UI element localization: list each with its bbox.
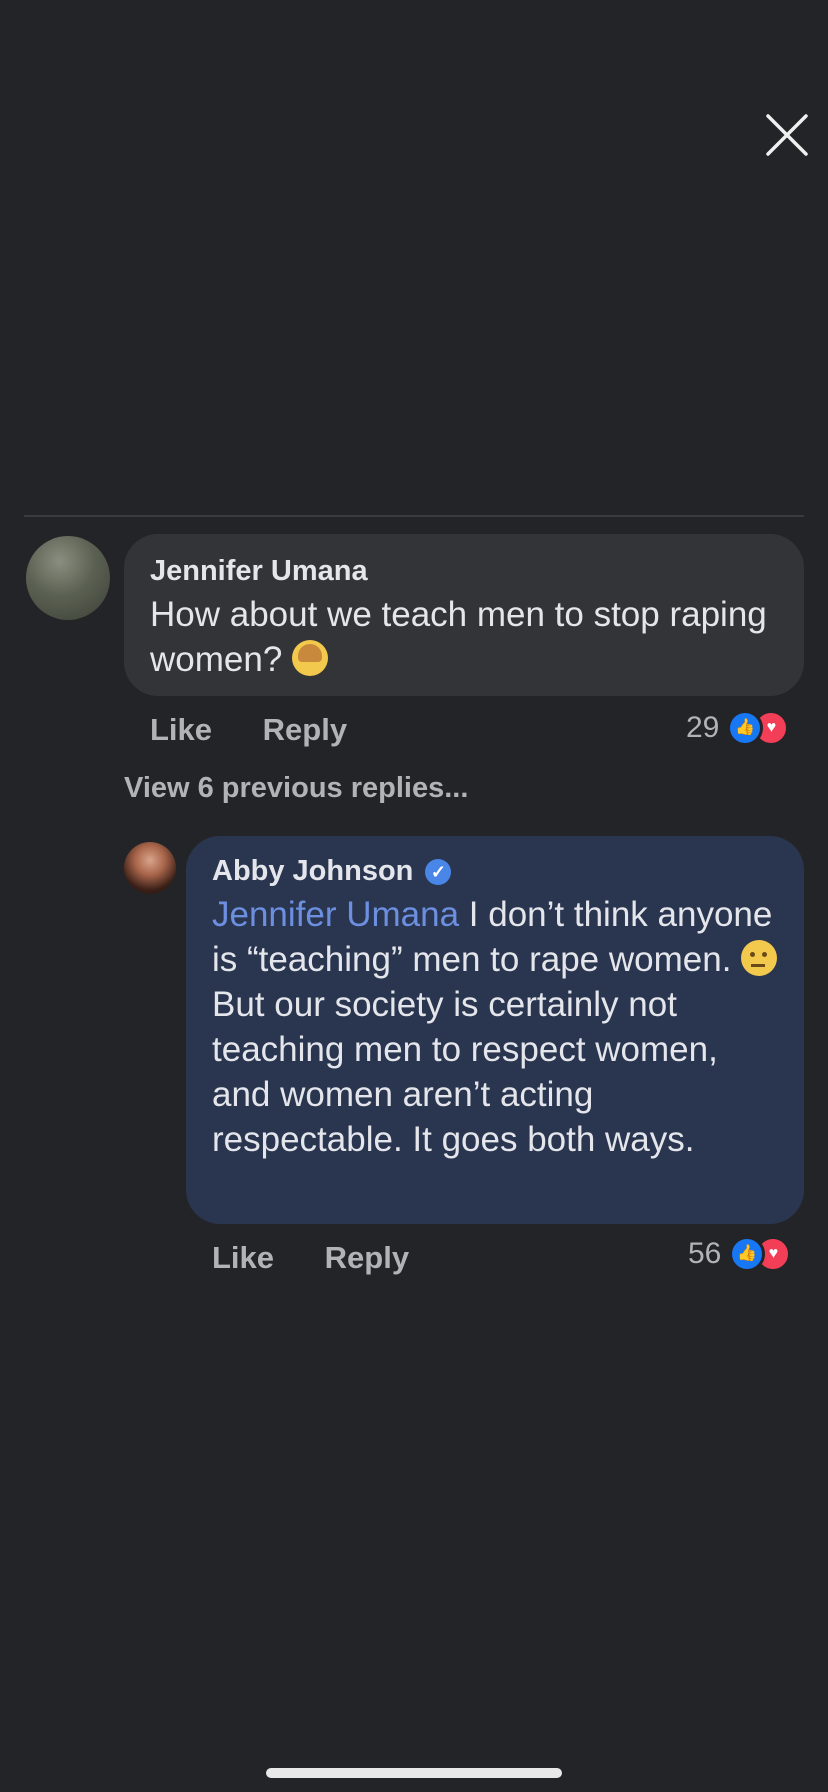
avatar-abby-johnson[interactable] (124, 842, 176, 894)
reaction-count: 29 (686, 711, 720, 744)
reply-bubble: Abby Johnson ✓ Jennifer Umana I don’t thi… (186, 836, 804, 1224)
divider (24, 515, 804, 517)
reply-text: Jennifer Umana I don’t think anyone is “… (212, 892, 778, 1162)
view-previous-replies-link[interactable]: View 6 previous replies... (124, 772, 468, 805)
reply-author[interactable]: Abby Johnson ✓ (212, 854, 778, 888)
reaction-count: 56 (688, 1237, 722, 1270)
reply-button[interactable]: Reply (325, 1240, 409, 1275)
close-icon (766, 114, 808, 156)
reply-actions: Like Reply (212, 1240, 409, 1276)
home-indicator[interactable] (266, 1768, 562, 1778)
reply-button[interactable]: Reply (263, 712, 347, 747)
comment-bubble: Jennifer Umana How about we teach men to… (124, 534, 804, 696)
avatar-jennifer-umana[interactable] (26, 536, 110, 620)
reaction-summary[interactable]: 56 👍 ♥ (688, 1236, 792, 1272)
like-button[interactable]: Like (212, 1240, 274, 1275)
comment-text: How about we teach men to stop raping wo… (150, 595, 767, 679)
mention-link[interactable]: Jennifer Umana (212, 895, 459, 934)
comment-author[interactable]: Jennifer Umana (150, 554, 778, 588)
person-shrugging-emoji-icon (292, 640, 329, 676)
like-button[interactable]: Like (150, 712, 212, 747)
comment-actions: Like Reply (150, 712, 347, 748)
thinking-face-emoji-icon (741, 940, 778, 976)
reaction-summary[interactable]: 29 👍 ♥ (686, 710, 790, 746)
close-button[interactable] (762, 110, 812, 160)
verified-badge-icon: ✓ (425, 859, 452, 885)
